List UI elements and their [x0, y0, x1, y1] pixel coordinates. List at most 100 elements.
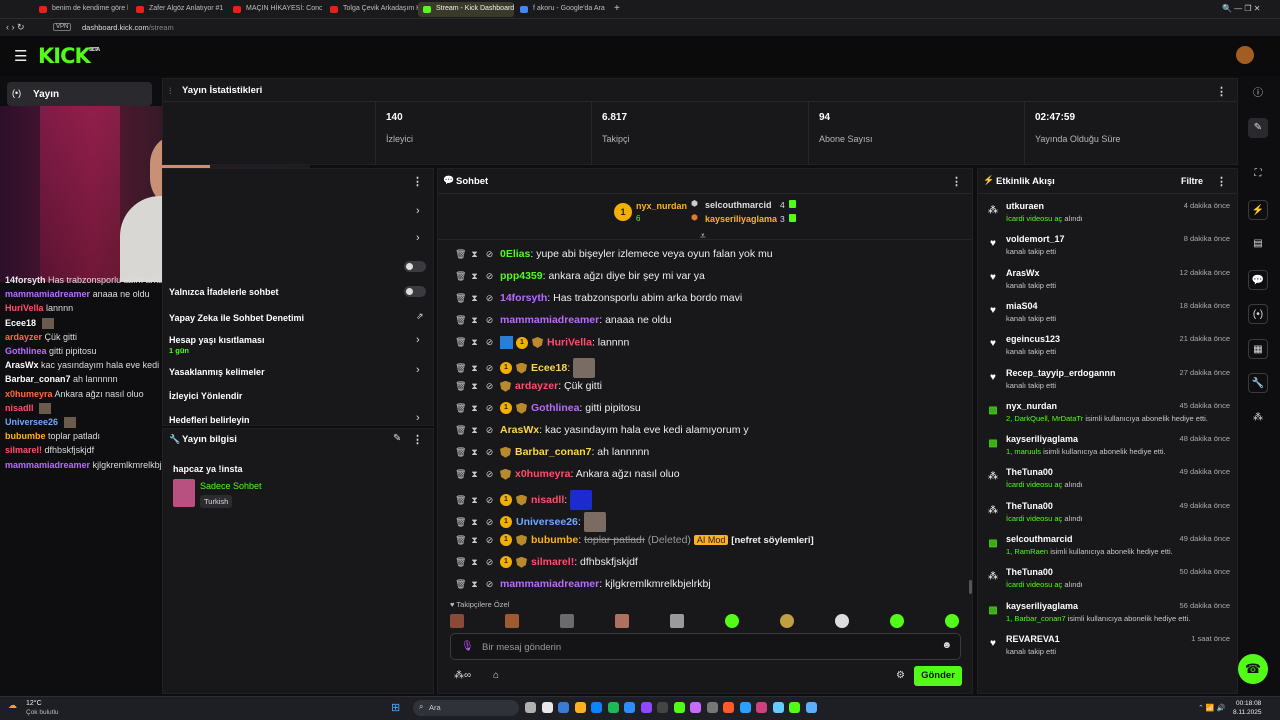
activity-toggle-icon[interactable]: ⚡ [1248, 200, 1268, 220]
chat-username[interactable]: 14forsyth [500, 292, 547, 304]
chat-username[interactable]: mammamiadreamer [500, 578, 599, 590]
timeout-icon[interactable]: ⧗ [470, 469, 479, 480]
timeout-icon[interactable]: ⧗ [470, 425, 479, 436]
activity-user[interactable]: nyx_nurdan [1006, 401, 1057, 411]
tray-icons[interactable]: ⌃ 📶 🔊 [1198, 704, 1225, 712]
filter-button[interactable]: Filtre [1181, 176, 1203, 186]
taskbar-app-icon[interactable] [723, 702, 734, 713]
ban-icon[interactable]: ⊘ [485, 535, 494, 546]
edit-icon[interactable]: ✎ [393, 433, 401, 444]
delete-icon[interactable]: 🗑 [455, 495, 466, 506]
taskbar-app-icon[interactable] [657, 702, 668, 713]
taskbar-app-icon[interactable] [574, 702, 586, 713]
emote-only-toggle[interactable] [404, 286, 426, 297]
activity-user[interactable]: selcouthmarcid [1006, 534, 1073, 544]
delete-icon[interactable]: 🗑 [455, 425, 466, 436]
delete-icon[interactable]: 🗑 [455, 293, 466, 304]
chat-scrollbar[interactable] [969, 580, 972, 594]
chevron-right-icon[interactable]: › [416, 412, 420, 424]
taskbar-app-icon[interactable] [607, 702, 619, 713]
timeout-icon[interactable]: ⧗ [470, 337, 479, 348]
taskbar-search[interactable]: ⌕ Ara [413, 700, 519, 716]
chat-username[interactable]: nisadll [531, 494, 564, 506]
emote-icon[interactable] [890, 614, 904, 628]
raid-label[interactable]: İzleyici Yönlendir [169, 391, 242, 401]
timeout-icon[interactable]: ⧗ [470, 315, 479, 326]
activity-user[interactable]: TheTuna00 [1006, 467, 1053, 477]
menu-icon[interactable]: ☰ [14, 47, 27, 65]
broadcast-toggle-icon[interactable]: (•) [1248, 304, 1268, 324]
goals-label[interactable]: Hedefleri belirleyin [169, 415, 250, 425]
support-button[interactable]: ☎ [1238, 654, 1268, 684]
new-tab-button[interactable]: + [614, 3, 620, 14]
chat-username[interactable]: 0Elias [500, 248, 530, 260]
delete-icon[interactable]: 🗑 [455, 381, 466, 392]
activity-user[interactable]: kayseriliyaglama [1006, 434, 1078, 444]
timeout-icon[interactable]: ⧗ [470, 447, 479, 458]
activity-user[interactable]: TheTuna00 [1006, 567, 1053, 577]
chat-username[interactable]: HuriVella [547, 336, 592, 348]
edit-mode-icon[interactable]: ✎ [1248, 118, 1268, 138]
timeout-icon[interactable]: ⧗ [470, 535, 479, 546]
delete-icon[interactable]: 🗑 [455, 535, 466, 546]
taskbar-app-icon[interactable] [591, 702, 602, 713]
taskbar-app-icon[interactable] [624, 702, 635, 713]
clock-time[interactable]: 00:18:08 [1236, 700, 1261, 707]
info-icon[interactable]: ⓘ [1248, 84, 1268, 104]
ban-icon[interactable]: ⊘ [485, 363, 494, 374]
users-icon[interactable]: ⁂ [1248, 408, 1268, 428]
activity-user[interactable]: voldemort_17 [1006, 234, 1065, 244]
delete-icon[interactable]: 🗑 [455, 469, 466, 480]
chevron-right-icon[interactable]: › [416, 232, 420, 244]
timeout-icon[interactable]: ⧗ [470, 363, 479, 374]
activity-user[interactable]: Recep_tayyip_erdogannn [1006, 368, 1116, 378]
ban-icon[interactable]: ⊘ [485, 447, 494, 458]
shop-icon[interactable]: ⌂ [493, 670, 499, 681]
taskbar-app-icon[interactable] [739, 702, 751, 713]
emote-icon[interactable] [780, 614, 794, 628]
delete-icon[interactable]: 🗑 [455, 363, 466, 374]
emote-icon[interactable] [725, 614, 739, 628]
ban-icon[interactable]: ⊘ [485, 579, 494, 590]
chat-username[interactable]: mammamiadreamer [500, 314, 599, 326]
taskbar-app-icon[interactable] [756, 702, 767, 713]
delete-icon[interactable]: 🗑 [455, 315, 466, 326]
delete-icon[interactable]: 🗑 [455, 447, 466, 458]
emote-icon[interactable] [670, 614, 684, 628]
timeout-icon[interactable]: ⧗ [470, 557, 479, 568]
emoji-icon[interactable]: ☻ [941, 640, 952, 651]
category-name[interactable]: Sadece Sohbet [200, 481, 262, 491]
activity-user[interactable]: egeincus123 [1006, 334, 1060, 344]
settings-menu-icon[interactable]: ⋮ [412, 175, 423, 188]
chat-username[interactable]: ppp4359 [500, 270, 543, 282]
delete-icon[interactable]: 🗑 [455, 249, 466, 260]
chat-username[interactable]: x0humeyra [515, 468, 570, 480]
chevron-right-icon[interactable]: › [416, 334, 420, 346]
sidebar-item-yayin[interactable]: (•) Yayın [7, 82, 152, 106]
toggle-switch[interactable] [404, 261, 426, 272]
delete-icon[interactable]: 🗑 [455, 403, 466, 414]
ban-icon[interactable]: ⊘ [485, 403, 494, 414]
avatar[interactable] [1236, 46, 1254, 64]
delete-icon[interactable]: 🗑 [455, 557, 466, 568]
delete-icon[interactable]: 🗑 [455, 517, 466, 528]
chat-username[interactable]: Universee26 [516, 516, 578, 528]
taskbar-app-icon[interactable] [690, 702, 701, 713]
ban-icon[interactable]: ⊘ [485, 271, 494, 282]
ban-icon[interactable]: ⊘ [485, 337, 494, 348]
activity-user[interactable]: utkuraen [1006, 201, 1044, 211]
emote-icon[interactable] [505, 614, 519, 628]
timeout-icon[interactable]: ⧗ [470, 381, 479, 392]
send-button[interactable]: Gönder [914, 666, 962, 686]
gear-icon[interactable]: ⚙ [896, 670, 905, 681]
emote-icon[interactable] [615, 614, 629, 628]
timeout-icon[interactable]: ⧗ [470, 271, 479, 282]
taskbar-app-icon[interactable] [805, 702, 817, 713]
taskbar-app-icon[interactable] [673, 702, 685, 713]
browser-tab[interactable]: f akoru - Google'da Ara [515, 2, 609, 17]
banned-words-label[interactable]: Yasaklanmış kelimeler [169, 367, 265, 377]
taskbar-app-icon[interactable] [772, 702, 784, 713]
gifter-name[interactable]: selcouthmarcid [705, 200, 772, 210]
clock-date[interactable]: 8.11.2025 [1233, 709, 1261, 716]
document-icon[interactable]: ▤ [1248, 234, 1268, 254]
